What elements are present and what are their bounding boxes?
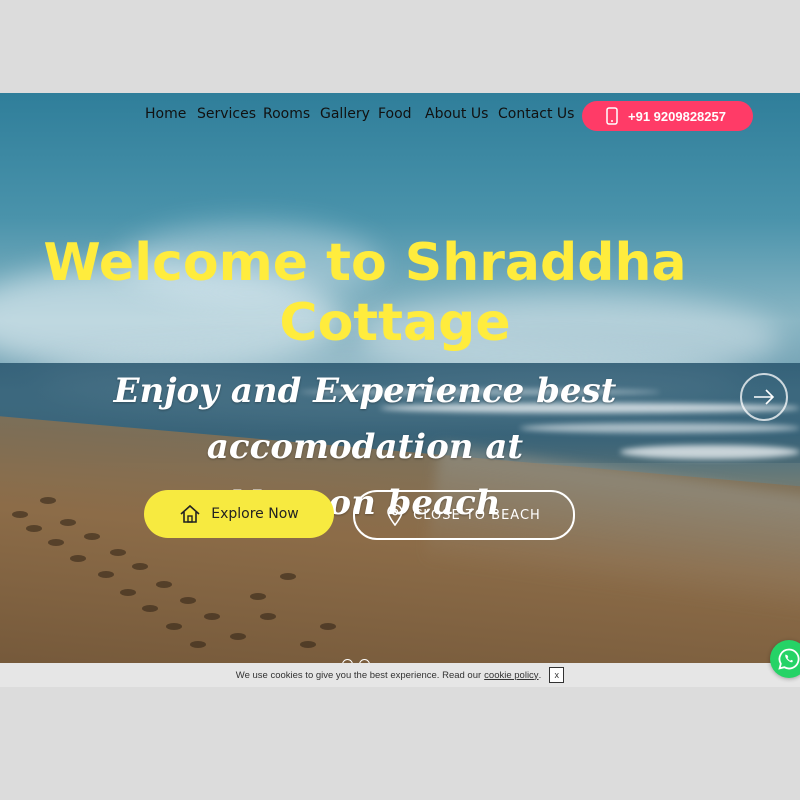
nav-home[interactable]: Home: [145, 106, 186, 122]
hero-subtitle-line1: Enjoy and Experience best accomodation a…: [113, 371, 617, 467]
nav-gallery[interactable]: Gallery: [320, 106, 370, 122]
cookie-policy-link[interactable]: cookie policy: [484, 670, 538, 681]
location-pin-icon: [387, 504, 403, 526]
cookie-close-button[interactable]: x: [549, 667, 565, 683]
explore-now-button[interactable]: Explore Now: [144, 490, 334, 538]
hero-title-line1: Welcome to Shraddha: [43, 233, 687, 293]
nav-services[interactable]: Services: [197, 106, 256, 122]
main-nav: Home Services Rooms Gallery Food About U…: [0, 93, 800, 137]
nav-contact-us[interactable]: Contact Us: [498, 106, 574, 122]
website: Home Services Rooms Gallery Food About U…: [0, 93, 800, 687]
whatsapp-icon: [778, 648, 800, 670]
close-to-beach-button[interactable]: CLOSE TO BEACH: [353, 490, 575, 540]
phone-button[interactable]: +91 9209828257: [582, 101, 753, 131]
cookie-text: We use cookies to give you the best expe…: [235, 669, 482, 681]
home-icon: [180, 504, 200, 523]
slider-next-button[interactable]: [740, 373, 788, 421]
cookie-text-end: .: [538, 669, 542, 681]
nav-rooms[interactable]: Rooms: [263, 106, 310, 122]
arrow-right-icon: [754, 389, 775, 405]
mobile-phone-icon: [606, 107, 618, 125]
phone-number: +91 9209828257: [628, 108, 726, 124]
nav-about-us[interactable]: About Us: [425, 106, 488, 122]
close-to-beach-label: CLOSE TO BEACH: [413, 507, 541, 523]
explore-now-label: Explore Now: [211, 506, 299, 522]
cookie-banner: We use cookies to give you the best expe…: [0, 663, 800, 687]
hero-title: Welcome to Shraddha Cottage: [30, 233, 700, 353]
nav-food[interactable]: Food: [378, 106, 412, 122]
whatsapp-button[interactable]: [770, 640, 800, 678]
hero-title-line2: Cottage: [279, 293, 511, 353]
hero-banner: Home Services Rooms Gallery Food About U…: [0, 93, 800, 663]
